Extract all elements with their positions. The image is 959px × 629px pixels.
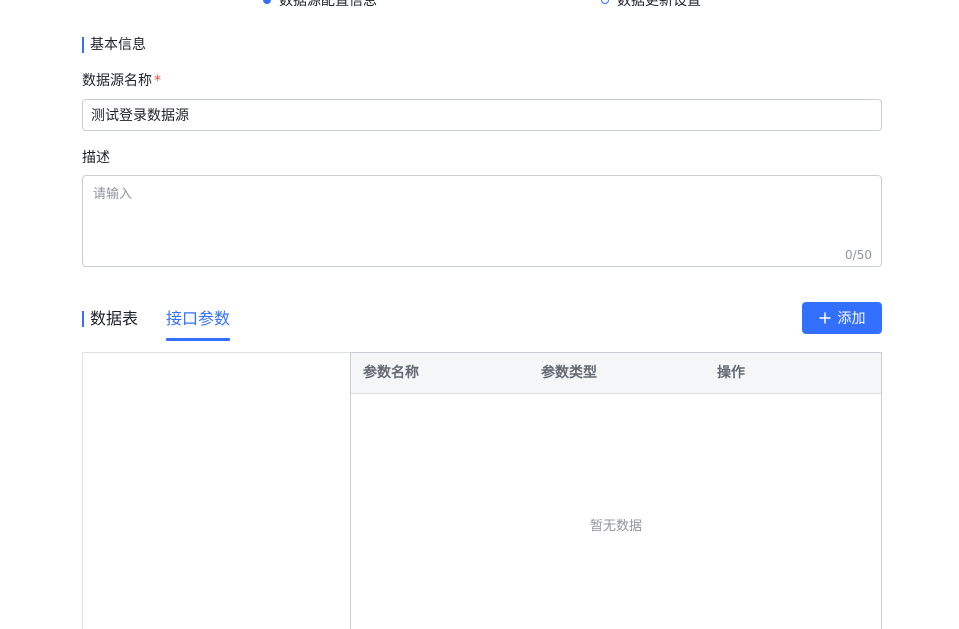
description-field: 0/50 (82, 175, 882, 267)
required-mark: * (154, 73, 161, 89)
step-label: 数据更新设置 (617, 0, 701, 9)
step-item-update-settings[interactable]: 数据更新设置 (601, 0, 701, 10)
data-source-config-page: 数据源配置信息 数据更新设置 基本信息 数据源名称* 描述 0/50 数据表 接… (0, 0, 959, 629)
section-title-basic-info: 基本信息 (82, 37, 146, 53)
add-button-label: 添加 (837, 311, 866, 327)
description-textarea[interactable] (83, 176, 881, 266)
char-counter: 0/50 (845, 248, 872, 262)
add-button[interactable]: 添加 (802, 302, 882, 334)
left-list-panel (82, 352, 351, 629)
data-source-name-input[interactable] (82, 99, 882, 131)
plus-icon (819, 312, 831, 324)
step-dot-filled-icon (263, 0, 271, 4)
empty-state-text: 暂无数据 (589, 519, 642, 534)
step-label: 数据源配置信息 (279, 0, 377, 9)
tab-data-table[interactable]: 数据表 (90, 308, 138, 330)
column-header-actions: 操作 (717, 365, 745, 381)
tab-section-marker (82, 311, 84, 327)
column-header-param-name: 参数名称 (363, 365, 419, 381)
description-field-label: 描述 (82, 150, 110, 166)
step-item-config[interactable]: 数据源配置信息 (263, 0, 377, 10)
table-header: 参数名称 参数类型 操作 (351, 353, 881, 394)
tab-interface-params[interactable]: 接口参数 (166, 308, 230, 330)
params-table: 参数名称 参数类型 操作 暂无数据 (350, 352, 882, 629)
name-field-label: 数据源名称 * (82, 72, 161, 90)
column-header-param-type: 参数类型 (541, 365, 597, 381)
active-tab-indicator (166, 338, 230, 341)
name-label-text: 数据源名称 (82, 73, 152, 89)
step-dot-outline-icon (601, 0, 609, 4)
